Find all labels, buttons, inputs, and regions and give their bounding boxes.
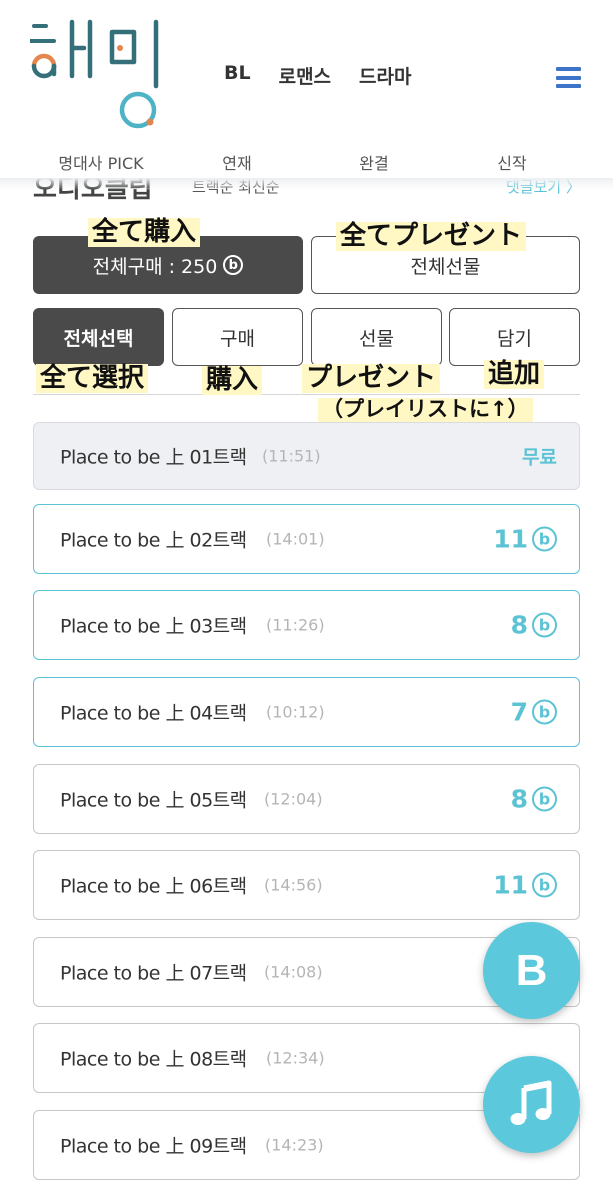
track-duration: (12:04)	[264, 789, 323, 809]
track-name: Place to be 上 02트랙	[60, 529, 247, 552]
track-row[interactable]: Place to be 上 06트랙 (14:56) 11 b	[33, 850, 580, 920]
buy-button[interactable]: 구매	[172, 308, 303, 366]
track-price: 11 b	[493, 525, 557, 554]
track-name: Place to be 上 09트랙	[60, 1135, 247, 1158]
track-row[interactable]: Place to be 上 01트랙 (11:51) 무료	[33, 422, 580, 490]
nav-bl[interactable]: BL	[224, 62, 251, 89]
add-to-playlist-button[interactable]: 담기	[449, 308, 580, 366]
track-row[interactable]: Place to be 上 04트랙 (10:12) 7b	[33, 677, 580, 747]
coin-icon: b	[532, 872, 557, 898]
music-note-icon	[510, 1080, 551, 1125]
haeming-logo[interactable]	[30, 18, 170, 130]
track-row[interactable]: Place to be 上 05트랙 (12:04) 8b	[33, 764, 580, 834]
track-name: Place to be 上 07트랙	[60, 962, 247, 985]
divider	[33, 394, 580, 395]
track-duration: (11:26)	[266, 615, 325, 635]
subnav-ongoing[interactable]: 연재	[222, 150, 251, 174]
music-player-fab-button[interactable]	[483, 1056, 580, 1153]
track-price: 11 b	[493, 871, 557, 900]
nav-drama[interactable]: 드라마	[359, 62, 411, 89]
track-name: Place to be 上 03트랙	[60, 615, 247, 638]
track-row[interactable]: Place to be 上 03트랙 (11:26) 8b	[33, 590, 580, 660]
track-name: Place to be 上 04트랙	[60, 702, 247, 725]
gift-all-label: 전체선물	[410, 255, 481, 278]
gift-button[interactable]: 선물	[311, 308, 442, 366]
bookmark-b-fab-button[interactable]: B	[483, 922, 580, 1019]
coin-icon: b	[532, 526, 557, 552]
track-price: 무료	[522, 446, 557, 469]
track-price: 8b	[511, 611, 557, 640]
annotation-add: 追加	[484, 359, 545, 390]
annotation-add-note: （プレイリストに↑）	[318, 397, 533, 422]
track-price: 8b	[511, 785, 557, 814]
genre-nav: BL 로맨스 드라마	[224, 62, 412, 89]
track-duration: (14:08)	[264, 962, 323, 982]
b-label: B	[515, 945, 548, 995]
annotation-gift-all: 全てプレゼント	[336, 221, 527, 252]
coin-icon: b	[532, 699, 557, 725]
subnav-quote-pick[interactable]: 명대사 PICK	[58, 150, 143, 174]
buy-all-label: 전체구매 : 250	[92, 255, 218, 278]
annotation-buy: 購入	[202, 365, 263, 396]
track-duration: (14:56)	[264, 875, 323, 895]
hamburger-menu-icon[interactable]	[556, 67, 581, 88]
app-header: BL 로맨스 드라마 명대사 PICK 연재 완결 신작	[0, 0, 613, 178]
track-name: Place to be 上 08트랙	[60, 1048, 247, 1071]
track-row[interactable]: Place to be 上 02트랙 (14:01) 11 b	[33, 504, 580, 574]
coin-icon: b	[223, 255, 244, 275]
track-price: 7b	[511, 698, 557, 727]
nav-romance[interactable]: 로맨스	[279, 62, 331, 89]
annotation-select-all: 全て選択	[36, 363, 149, 394]
subnav-new[interactable]: 신작	[497, 150, 526, 174]
track-name: Place to be 上 01트랙	[60, 446, 247, 469]
track-name: Place to be 上 06트랙	[60, 875, 247, 898]
track-duration: (14:01)	[266, 529, 325, 549]
annotation-gift: プレゼント	[302, 363, 441, 394]
coin-icon: b	[532, 786, 557, 812]
header-shadow	[0, 178, 613, 190]
coin-icon: b	[532, 612, 557, 638]
track-name: Place to be 上 05트랙	[60, 789, 247, 812]
track-duration: (11:51)	[262, 446, 321, 466]
annotation-buy-all: 全て購入	[88, 217, 201, 248]
select-all-button[interactable]: 전체선택	[33, 308, 164, 366]
track-duration: (10:12)	[266, 702, 325, 722]
subnav-completed[interactable]: 완결	[359, 150, 388, 174]
track-duration: (14:23)	[265, 1135, 324, 1155]
track-duration: (12:34)	[266, 1048, 325, 1068]
